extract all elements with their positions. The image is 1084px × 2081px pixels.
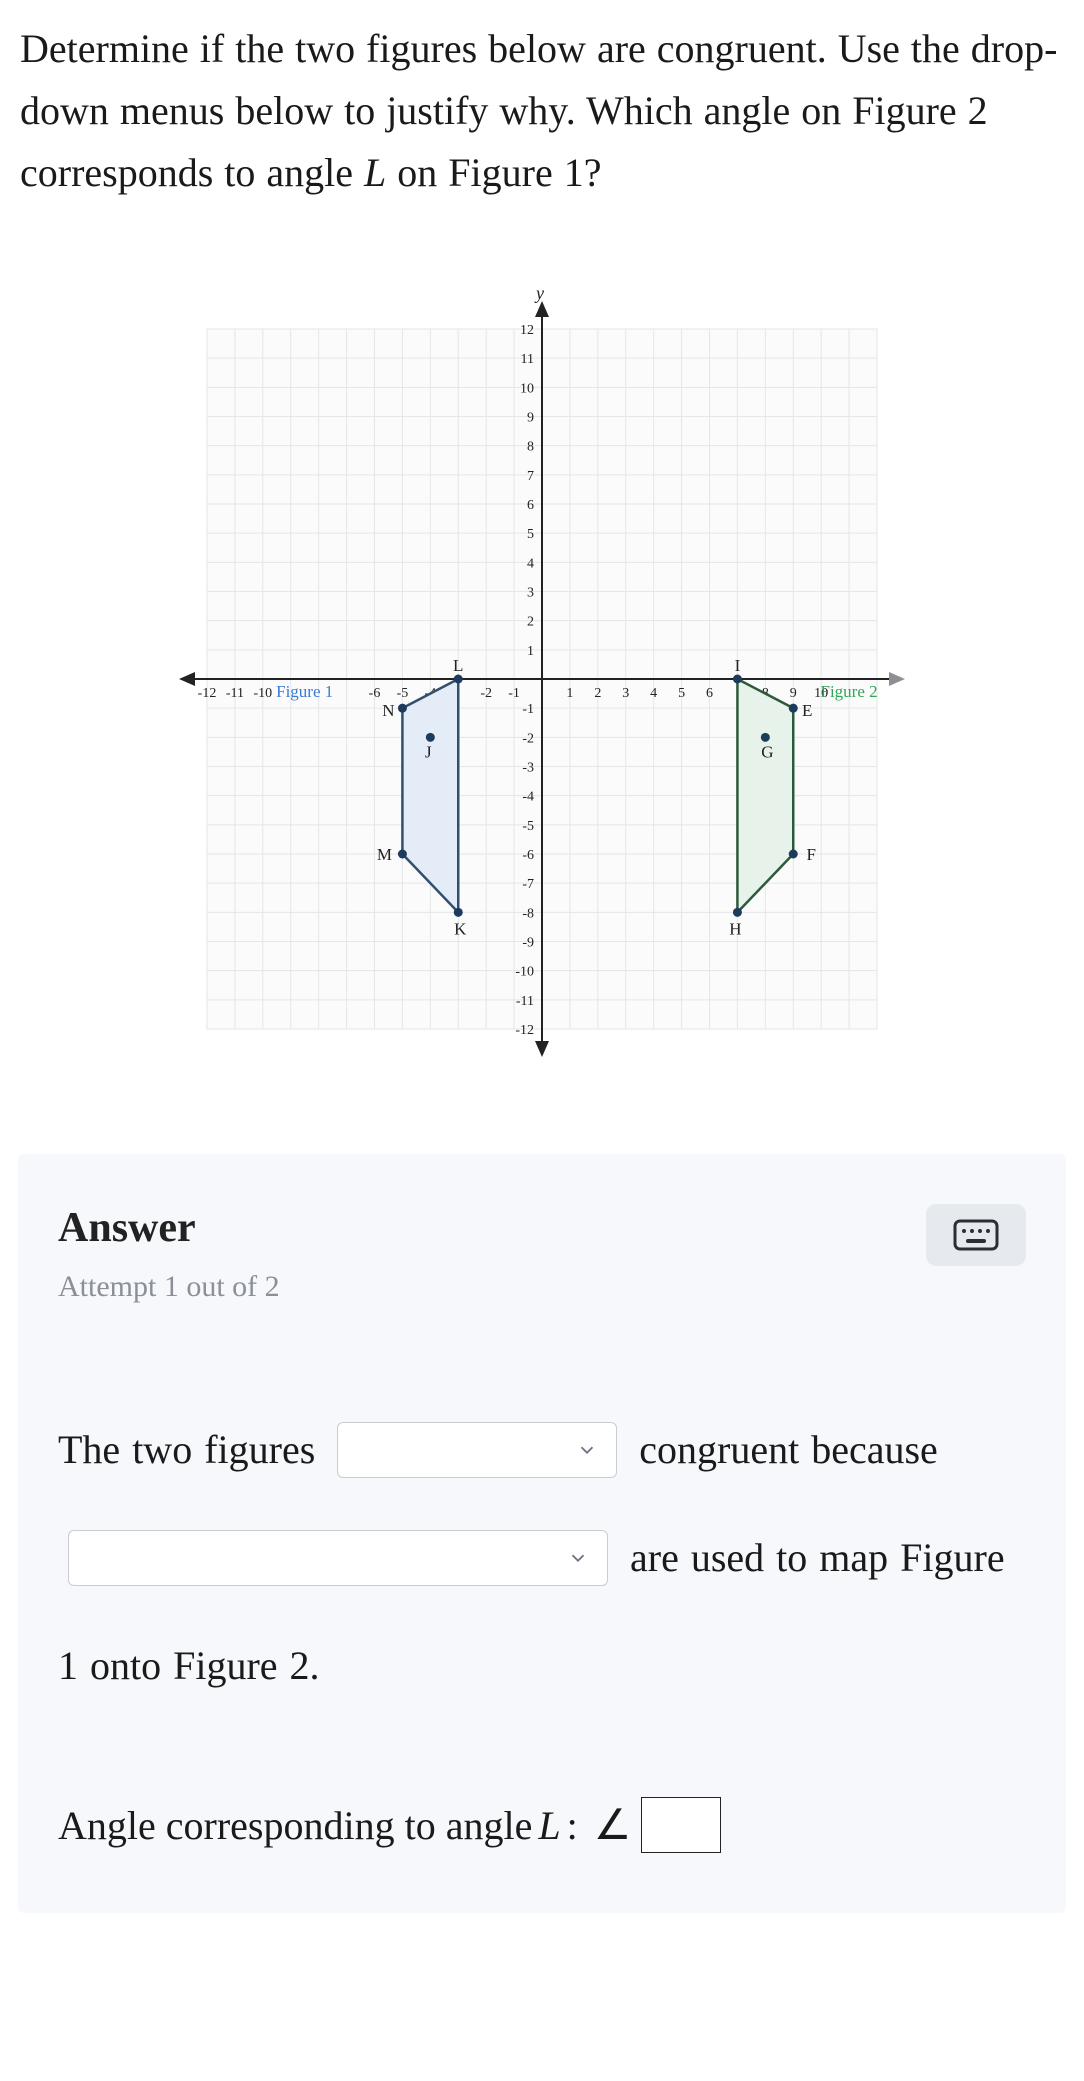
keyboard-icon — [953, 1219, 999, 1251]
svg-text:7: 7 — [527, 469, 534, 484]
svg-text:-5: -5 — [522, 819, 534, 834]
svg-text:I: I — [735, 656, 741, 675]
svg-text:8: 8 — [527, 440, 534, 455]
svg-text:-5: -5 — [397, 686, 409, 701]
question-text: Determine if the two figures below are c… — [0, 0, 1084, 244]
coordinate-graph: y1-12-23-34-45-56-67-78-89-910-1011-1112… — [162, 284, 922, 1074]
svg-text:E: E — [802, 701, 812, 720]
svg-text:-6: -6 — [369, 686, 381, 701]
svg-text:-1: -1 — [508, 686, 520, 701]
svg-text:10: 10 — [520, 381, 534, 396]
svg-text:4: 4 — [527, 556, 534, 571]
svg-text:6: 6 — [706, 686, 713, 701]
svg-text:-6: -6 — [522, 848, 534, 863]
keyboard-button[interactable] — [926, 1204, 1026, 1266]
answer-panel: Answer Attempt 1 out of 2 The two figure… — [18, 1154, 1066, 1913]
svg-text:-1: -1 — [522, 702, 534, 717]
sentence-p4: are used — [630, 1535, 764, 1580]
svg-text:11: 11 — [521, 352, 534, 367]
svg-text:6: 6 — [527, 498, 534, 513]
svg-text:9: 9 — [790, 686, 797, 701]
congruent-select[interactable] — [337, 1422, 617, 1478]
svg-text:2: 2 — [594, 686, 601, 701]
corr-pre: Angle corresponding to angle — [58, 1802, 532, 1849]
fill-in-sentence: The two figures congruent because are us… — [58, 1394, 1026, 1717]
svg-text:12: 12 — [520, 323, 534, 338]
svg-text:-10: -10 — [515, 965, 534, 980]
svg-text:-3: -3 — [522, 761, 534, 776]
svg-text:-7: -7 — [522, 877, 534, 892]
svg-text:1: 1 — [527, 644, 534, 659]
svg-text:-4: -4 — [522, 790, 534, 805]
svg-text:-12: -12 — [198, 686, 217, 701]
chevron-down-icon — [576, 1439, 598, 1461]
svg-text:y: y — [534, 284, 544, 303]
sentence-p2: congruent — [639, 1427, 799, 1472]
svg-text:L: L — [453, 656, 463, 675]
svg-text:-11: -11 — [516, 994, 534, 1009]
corr-post: : — [567, 1802, 578, 1849]
svg-text:J: J — [425, 742, 432, 761]
corresponding-angle-line: Angle corresponding to angle L : ∠ — [58, 1797, 1026, 1853]
svg-text:M: M — [377, 845, 392, 864]
sentence-p1: The two figures — [58, 1427, 315, 1472]
svg-text:3: 3 — [622, 686, 629, 701]
svg-text:-12: -12 — [515, 1023, 534, 1038]
svg-text:K: K — [454, 919, 467, 938]
svg-text:4: 4 — [650, 686, 657, 701]
corr-var-L: L — [538, 1802, 560, 1849]
svg-text:Figure 1: Figure 1 — [276, 682, 333, 701]
svg-text:-10: -10 — [253, 686, 272, 701]
question-post: on Figure 1? — [386, 150, 601, 195]
angle-symbol: ∠ — [594, 1800, 632, 1850]
svg-text:2: 2 — [527, 615, 534, 630]
answer-title: Answer — [58, 1204, 280, 1252]
svg-text:H: H — [729, 919, 741, 938]
svg-text:-2: -2 — [480, 686, 492, 701]
attempt-counter: Attempt 1 out of 2 — [58, 1270, 280, 1304]
svg-text:9: 9 — [527, 411, 534, 426]
sentence-p3: because — [811, 1427, 938, 1472]
svg-text:-8: -8 — [522, 906, 534, 921]
svg-text:5: 5 — [527, 527, 534, 542]
svg-text:1: 1 — [566, 686, 573, 701]
svg-text:3: 3 — [527, 586, 534, 601]
question-var-L: L — [364, 150, 386, 195]
reason-select[interactable] — [68, 1530, 608, 1586]
svg-text:-2: -2 — [522, 731, 534, 746]
svg-text:5: 5 — [678, 686, 685, 701]
svg-text:F: F — [807, 845, 816, 864]
svg-text:-9: -9 — [522, 936, 534, 951]
graph-container: y1-12-23-34-45-56-67-78-89-910-1011-1112… — [0, 244, 1084, 1154]
svg-text:Figure 2: Figure 2 — [821, 682, 878, 701]
svg-text:N: N — [382, 701, 394, 720]
svg-text:-11: -11 — [226, 686, 244, 701]
angle-input[interactable] — [641, 1797, 721, 1853]
svg-text:G: G — [761, 742, 773, 761]
chevron-down-icon — [567, 1547, 589, 1569]
